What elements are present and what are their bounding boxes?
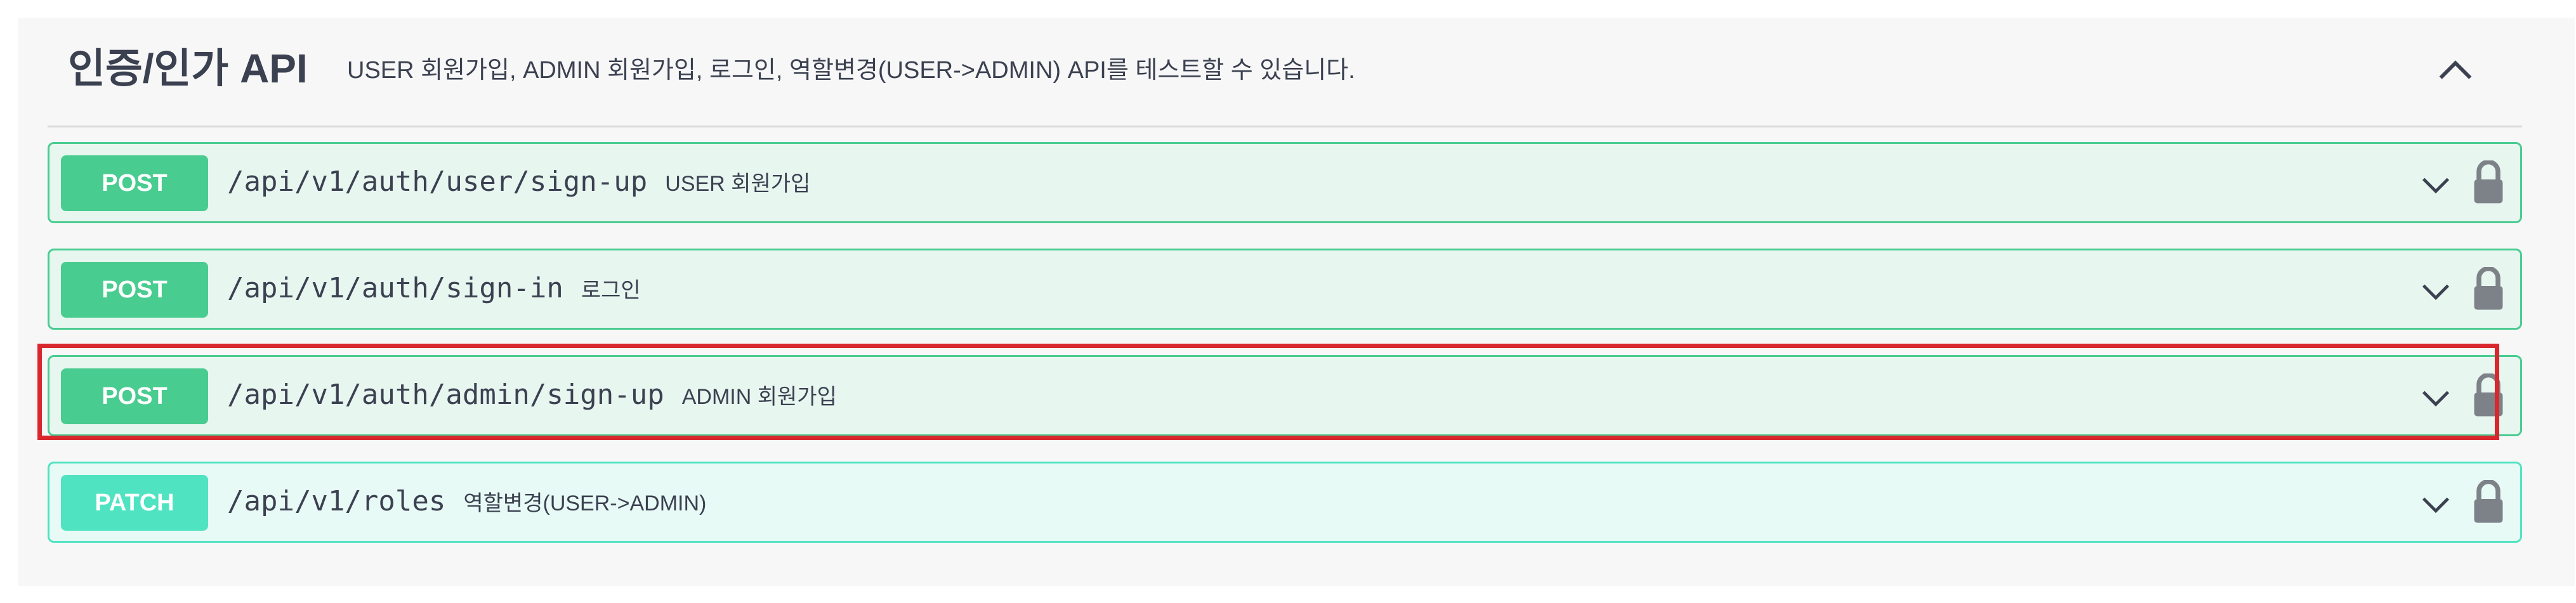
chevron-down-icon[interactable] — [2417, 380, 2454, 417]
operation-summary[interactable]: POST /api/v1/auth/admin/sign-up ADMIN 회원가… — [49, 357, 2520, 434]
operation-summary-text: 역할변경(USER->ADMIN) — [463, 491, 707, 515]
path-text: /api/v1/auth/sign-in — [227, 272, 563, 304]
path-text: /api/v1/roles — [227, 485, 446, 517]
chevron-down-icon[interactable] — [2417, 273, 2454, 310]
operation-admin-sign-up[interactable]: POST /api/v1/auth/admin/sign-up ADMIN 회원가… — [48, 355, 2522, 436]
path-text: /api/v1/auth/admin/sign-up — [227, 379, 664, 411]
section-description: USER 회원가입, ADMIN 회원가입, 로그인, 역할변경(USER->A… — [347, 57, 1355, 84]
lock-icon[interactable] — [2472, 373, 2505, 418]
operation-path: /api/v1/auth/sign-in 로그인 — [227, 269, 641, 309]
operation-summary[interactable]: POST /api/v1/auth/user/sign-up USER 회원가입 — [49, 144, 2520, 221]
section-header[interactable]: 인증/인가 API USER 회원가입, ADMIN 회원가입, 로그인, 역할… — [48, 18, 2522, 127]
operation-path: /api/v1/roles 역할변경(USER->ADMIN) — [227, 483, 706, 522]
method-badge: POST — [61, 368, 208, 424]
operation-roles[interactable]: PATCH /api/v1/roles 역할변경(USER->ADMIN) — [48, 462, 2522, 543]
operation-summary[interactable]: POST /api/v1/auth/sign-in 로그인 — [49, 250, 2520, 328]
method-badge: PATCH — [61, 475, 208, 531]
chevron-down-icon[interactable] — [2417, 486, 2454, 523]
operation-summary-text: ADMIN 회원가입 — [681, 385, 837, 409]
lock-icon[interactable] — [2472, 267, 2505, 311]
lock-icon[interactable] — [2472, 160, 2505, 205]
path-text: /api/v1/auth/user/sign-up — [227, 165, 648, 198]
operation-path: /api/v1/auth/user/sign-up USER 회원가입 — [227, 163, 810, 203]
operation-user-sign-up[interactable]: POST /api/v1/auth/user/sign-up USER 회원가입 — [48, 142, 2522, 223]
section-title: 인증/인가 API — [68, 46, 308, 91]
operation-path: /api/v1/auth/admin/sign-up ADMIN 회원가입 — [227, 376, 837, 416]
lock-icon[interactable] — [2472, 480, 2505, 524]
operation-summary[interactable]: PATCH /api/v1/roles 역할변경(USER->ADMIN) — [49, 464, 2520, 541]
method-badge: POST — [61, 262, 208, 318]
method-badge: POST — [61, 155, 208, 211]
chevron-down-icon[interactable] — [2417, 167, 2454, 204]
chevron-up-icon[interactable] — [2433, 48, 2478, 93]
operation-summary-text: 로그인 — [581, 278, 641, 302]
operation-sign-in[interactable]: POST /api/v1/auth/sign-in 로그인 — [48, 249, 2522, 330]
operation-summary-text: USER 회원가입 — [665, 172, 811, 196]
